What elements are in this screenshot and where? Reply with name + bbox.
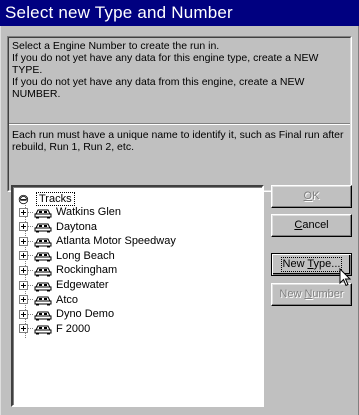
cancel-button[interactable]: Cancel bbox=[271, 214, 352, 237]
expand-icon[interactable] bbox=[19, 222, 28, 232]
car-icon bbox=[34, 223, 52, 233]
new-number-button-label: New Number bbox=[279, 288, 344, 300]
car-icon bbox=[34, 282, 52, 291]
expand-icon[interactable] bbox=[19, 251, 28, 261]
expand-icon[interactable] bbox=[19, 207, 28, 217]
tree-item[interactable]: Daytona bbox=[19, 220, 97, 234]
tree-item-label: Edgewater bbox=[56, 279, 109, 291]
expand-icon[interactable] bbox=[19, 236, 28, 246]
tree-item[interactable]: Edgewater bbox=[19, 278, 109, 292]
instructions-panel: Select a Engine Number to create the run… bbox=[7, 36, 352, 192]
instructions-separator bbox=[9, 123, 350, 125]
car-icon bbox=[34, 267, 52, 277]
dialog-title-bar[interactable]: Select new Type and Number bbox=[0, 0, 359, 26]
tree-item-label: Atco bbox=[56, 293, 79, 306]
tree-branch-line bbox=[28, 284, 33, 286]
tree-branch-line bbox=[28, 240, 33, 242]
tree-item[interactable]: Atlanta Motor Speedway bbox=[19, 234, 176, 248]
car-icon bbox=[34, 311, 52, 321]
tree-item[interactable]: Watkins Glen bbox=[19, 205, 121, 219]
ok-button-label: OK bbox=[303, 190, 320, 202]
car-icon bbox=[34, 238, 52, 248]
tree-item-label: F 2000 bbox=[56, 322, 91, 335]
tree-branch-line bbox=[28, 328, 33, 330]
dialog-body: Select a Engine Number to create the run… bbox=[0, 26, 359, 415]
car-icon bbox=[34, 209, 52, 218]
expand-icon[interactable] bbox=[19, 324, 28, 334]
tree-item-label: Dyno Demo bbox=[56, 308, 115, 321]
tree-branch-line bbox=[28, 269, 33, 271]
mouse-pointer-icon bbox=[339, 268, 352, 287]
tree-item-label: Atlanta Motor Speedway bbox=[56, 235, 176, 248]
tree-branch-line bbox=[28, 313, 33, 315]
unique-name-text: Each run must have a unique name to iden… bbox=[12, 129, 344, 153]
tracks-tree-view[interactable]: Tracks Watkins Glen Daytona Atlanta Motor … bbox=[11, 185, 264, 407]
tree-root-label: Tracks bbox=[36, 192, 75, 206]
ok-button[interactable]: OK bbox=[271, 185, 352, 208]
tree-item-label: Watkins Glen bbox=[56, 206, 122, 218]
tree-branch-line bbox=[28, 226, 33, 228]
expand-icon[interactable] bbox=[19, 265, 28, 275]
car-icon bbox=[34, 296, 52, 306]
tracks-folder-icon bbox=[18, 194, 29, 204]
tree-item[interactable]: Rockingham bbox=[19, 263, 117, 277]
instructions-text: Select a Engine Number to create the run… bbox=[12, 40, 319, 100]
tree-item[interactable]: Atco bbox=[19, 293, 78, 307]
tree-item-label: Rockingham bbox=[56, 264, 118, 277]
expand-icon[interactable] bbox=[19, 309, 28, 319]
car-icon bbox=[34, 325, 52, 335]
tree-branch-line bbox=[28, 299, 33, 301]
expand-icon[interactable] bbox=[19, 295, 28, 305]
tree-item[interactable]: Long Beach bbox=[19, 249, 115, 263]
tree-branch-line bbox=[28, 255, 33, 257]
tree-item[interactable]: Dyno Demo bbox=[19, 307, 114, 321]
tree-branch-line bbox=[28, 211, 33, 213]
tree-item[interactable]: F 2000 bbox=[19, 322, 90, 336]
dialog-title: Select new Type and Number bbox=[5, 3, 233, 22]
expand-icon[interactable] bbox=[19, 280, 28, 290]
tree-item-label: Long Beach bbox=[56, 249, 115, 262]
new-type-button-label: New Type... bbox=[280, 257, 343, 272]
cancel-button-label: Cancel bbox=[294, 219, 329, 231]
tree-root-tracks[interactable]: Tracks bbox=[17, 192, 75, 206]
car-icon bbox=[34, 252, 52, 262]
tree-item-label: Daytona bbox=[56, 220, 97, 233]
